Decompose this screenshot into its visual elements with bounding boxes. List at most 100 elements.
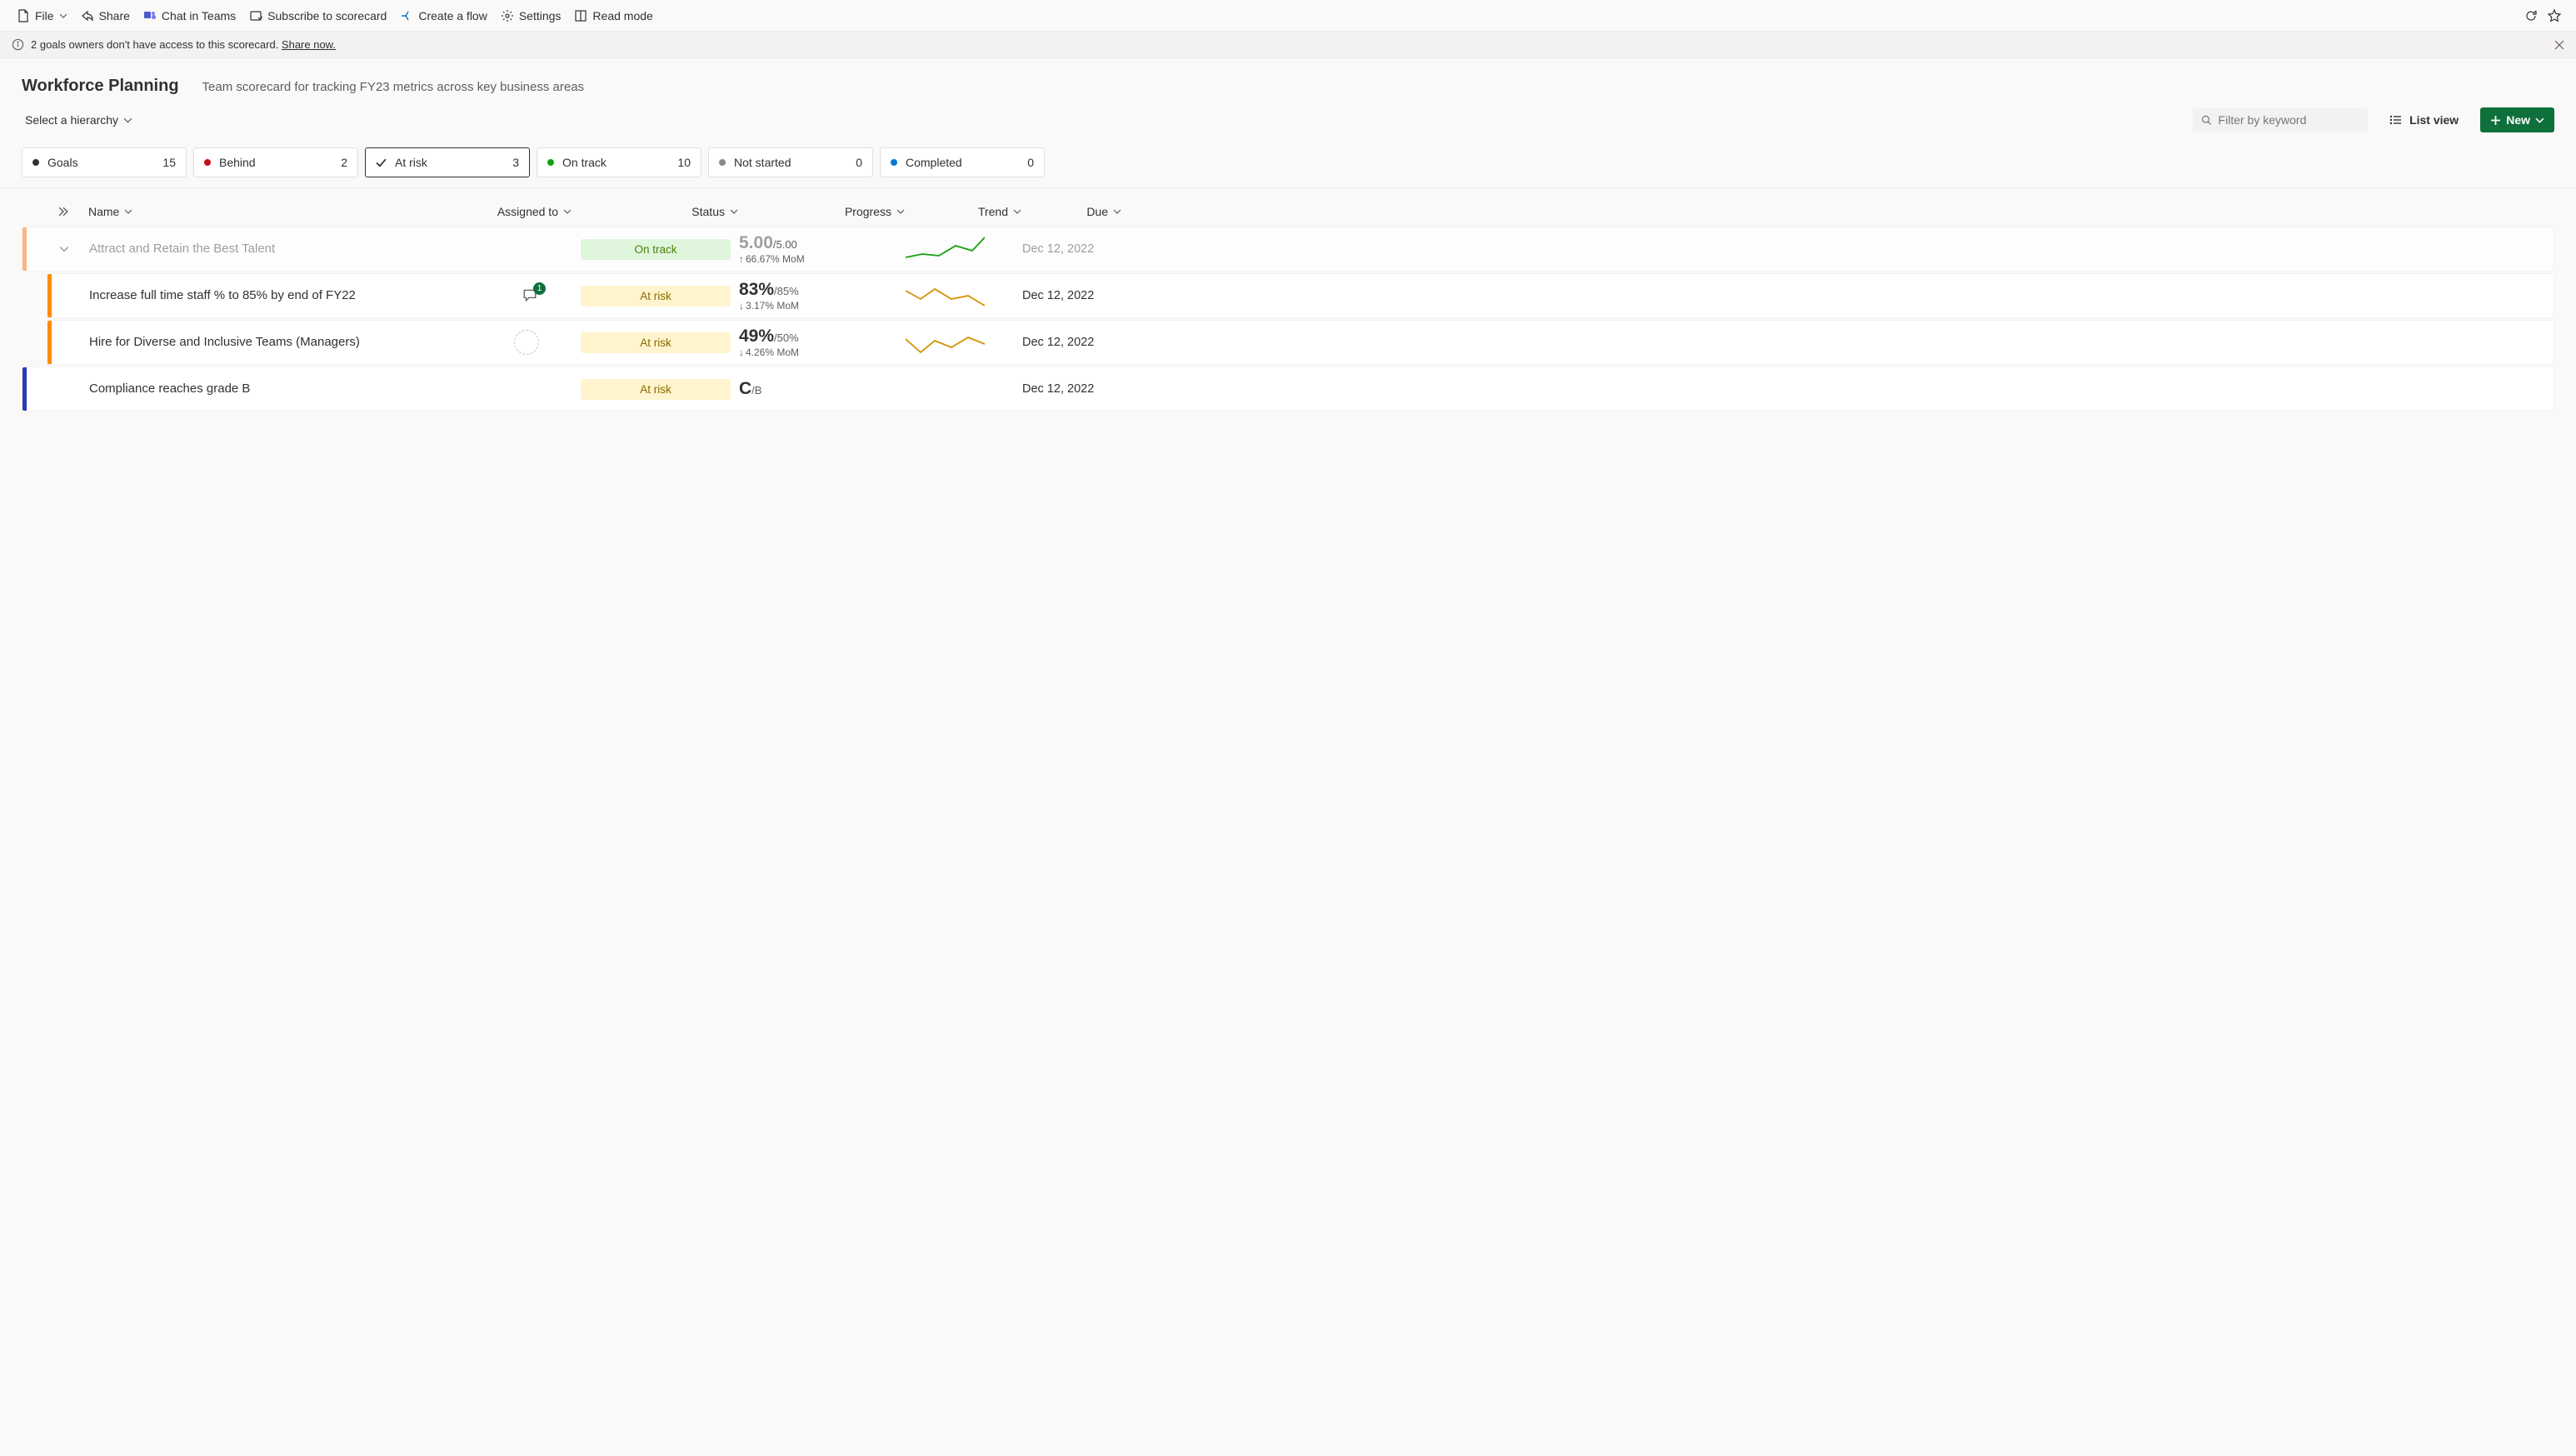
info-icon bbox=[12, 38, 24, 51]
col-name[interactable]: Name bbox=[88, 205, 388, 218]
share-now-link[interactable]: Share now. bbox=[282, 38, 336, 51]
filter-count: 3 bbox=[512, 156, 519, 169]
progress-cell: 83%/85%↓ 3.17% MoM bbox=[739, 280, 906, 312]
status-dot bbox=[204, 159, 211, 166]
settings-button[interactable]: Settings bbox=[494, 6, 568, 26]
arrow-up-icon: ↑ bbox=[739, 253, 744, 265]
new-button[interactable]: New bbox=[2480, 107, 2554, 132]
sparkline bbox=[906, 236, 985, 262]
progress-target: /5.00 bbox=[773, 238, 797, 251]
search-input[interactable] bbox=[2219, 113, 2360, 127]
progress-cell: 49%/50%↓ 4.26% MoM bbox=[739, 327, 906, 358]
page-title: Workforce Planning bbox=[22, 77, 179, 96]
arrow-down-icon: ↓ bbox=[739, 347, 744, 358]
goal-row[interactable]: Attract and Retain the Best Talent On tra… bbox=[22, 227, 2554, 272]
chevron-down-icon bbox=[563, 207, 572, 216]
row-accent bbox=[47, 321, 52, 364]
progress-delta: ↓ 3.17% MoM bbox=[739, 300, 799, 312]
progress-cell: 5.00/5.00↑ 66.67% MoM bbox=[739, 233, 906, 265]
chat-label: Chat in Teams bbox=[162, 9, 236, 22]
goal-name-cell: Compliance reaches grade B bbox=[89, 380, 389, 399]
row-accent bbox=[47, 274, 52, 317]
chevron-down-icon bbox=[1113, 207, 1121, 216]
status-cell: At risk bbox=[572, 332, 739, 353]
filter-card-on-track[interactable]: On track10 bbox=[537, 147, 701, 177]
due-date: Dec 12, 2022 bbox=[1022, 289, 1122, 302]
expand-all-button[interactable] bbox=[38, 207, 88, 217]
goal-name: Attract and Retain the Best Talent bbox=[89, 240, 275, 259]
subscribe-label: Subscribe to scorecard bbox=[267, 9, 387, 22]
info-close-button[interactable] bbox=[2554, 40, 2564, 50]
goal-name: Compliance reaches grade B bbox=[89, 380, 250, 399]
col-progress[interactable]: Progress bbox=[738, 205, 905, 218]
filter-card-goals[interactable]: Goals15 bbox=[22, 147, 187, 177]
filter-card-completed[interactable]: Completed0 bbox=[880, 147, 1045, 177]
comment-indicator[interactable]: 1 bbox=[522, 287, 539, 304]
progress-value: C bbox=[739, 379, 751, 398]
col-trend[interactable]: Trend bbox=[905, 205, 1021, 218]
progress-value: 49% bbox=[739, 327, 774, 346]
create-flow-button[interactable]: Create a flow bbox=[393, 6, 493, 26]
search-box[interactable] bbox=[2193, 108, 2368, 132]
goal-row[interactable]: Compliance reaches grade B At riskC/B Dec … bbox=[22, 366, 2554, 411]
filter-count: 0 bbox=[856, 156, 862, 169]
col-due[interactable]: Due bbox=[1021, 205, 1121, 218]
teams-icon bbox=[143, 9, 157, 22]
due-date: Dec 12, 2022 bbox=[1022, 336, 1122, 349]
progress-target: /50% bbox=[774, 332, 799, 344]
chevron-down-icon bbox=[896, 207, 905, 216]
filter-label: At risk bbox=[395, 156, 512, 169]
sparkline bbox=[906, 282, 985, 309]
flow-label: Create a flow bbox=[418, 9, 487, 22]
due-date: Dec 12, 2022 bbox=[1022, 382, 1122, 396]
col-assigned[interactable]: Assigned to bbox=[388, 205, 572, 218]
col-status[interactable]: Status bbox=[572, 205, 738, 218]
status-pill: On track bbox=[581, 239, 731, 260]
read-mode-button[interactable]: Read mode bbox=[567, 6, 659, 26]
list-icon bbox=[2389, 113, 2403, 127]
goal-name: Hire for Diverse and Inclusive Teams (Ma… bbox=[89, 333, 360, 352]
chevron-down-icon bbox=[730, 207, 738, 216]
filter-label: Goals bbox=[47, 156, 162, 169]
trend-cell bbox=[906, 236, 1022, 262]
info-bar: 2 goals owners don't have access to this… bbox=[0, 32, 2576, 58]
collapse-button[interactable] bbox=[39, 244, 89, 254]
filter-card-at-risk[interactable]: At risk3 bbox=[365, 147, 530, 177]
comment-count: 1 bbox=[533, 282, 546, 295]
assigned-cell: 1 bbox=[389, 287, 572, 304]
filter-count: 10 bbox=[677, 156, 691, 169]
filter-label: Completed bbox=[906, 156, 1027, 169]
filter-card-behind[interactable]: Behind2 bbox=[193, 147, 358, 177]
refresh-button[interactable] bbox=[2519, 4, 2543, 27]
filter-label: Not started bbox=[734, 156, 856, 169]
status-cell: On track bbox=[572, 239, 739, 260]
filter-label: Behind bbox=[219, 156, 341, 169]
check-icon bbox=[376, 157, 387, 168]
chevron-right-double-icon bbox=[58, 207, 68, 217]
goal-name-cell: Attract and Retain the Best Talent bbox=[89, 240, 389, 259]
status-dot bbox=[32, 159, 39, 166]
goal-row[interactable]: Increase full time staff % to 85% by end… bbox=[47, 273, 2554, 318]
chat-teams-button[interactable]: Chat in Teams bbox=[137, 6, 242, 26]
search-icon bbox=[2201, 114, 2211, 126]
unassigned-avatar[interactable] bbox=[514, 330, 539, 355]
page-description: Team scorecard for tracking FY23 metrics… bbox=[202, 80, 585, 94]
assigned-cell bbox=[389, 330, 572, 355]
status-dot bbox=[719, 159, 726, 166]
read-icon bbox=[574, 9, 587, 22]
hierarchy-dropdown[interactable]: Select a hierarchy bbox=[22, 110, 136, 130]
status-cell: At risk bbox=[572, 379, 739, 400]
progress-target: /B bbox=[751, 384, 761, 396]
file-menu[interactable]: File bbox=[10, 6, 74, 26]
share-button[interactable]: Share bbox=[74, 6, 137, 26]
trend-cell bbox=[906, 329, 1022, 356]
list-view-button[interactable]: List view bbox=[2381, 108, 2467, 132]
subscribe-button[interactable]: Subscribe to scorecard bbox=[242, 6, 393, 26]
sparkline bbox=[906, 329, 985, 356]
goal-row[interactable]: Hire for Diverse and Inclusive Teams (Ma… bbox=[47, 320, 2554, 365]
favorite-button[interactable] bbox=[2543, 4, 2566, 27]
goal-name-cell: Increase full time staff % to 85% by end… bbox=[89, 287, 389, 306]
filter-count: 15 bbox=[162, 156, 176, 169]
status-pill: At risk bbox=[581, 332, 731, 353]
filter-card-not-started[interactable]: Not started0 bbox=[708, 147, 873, 177]
